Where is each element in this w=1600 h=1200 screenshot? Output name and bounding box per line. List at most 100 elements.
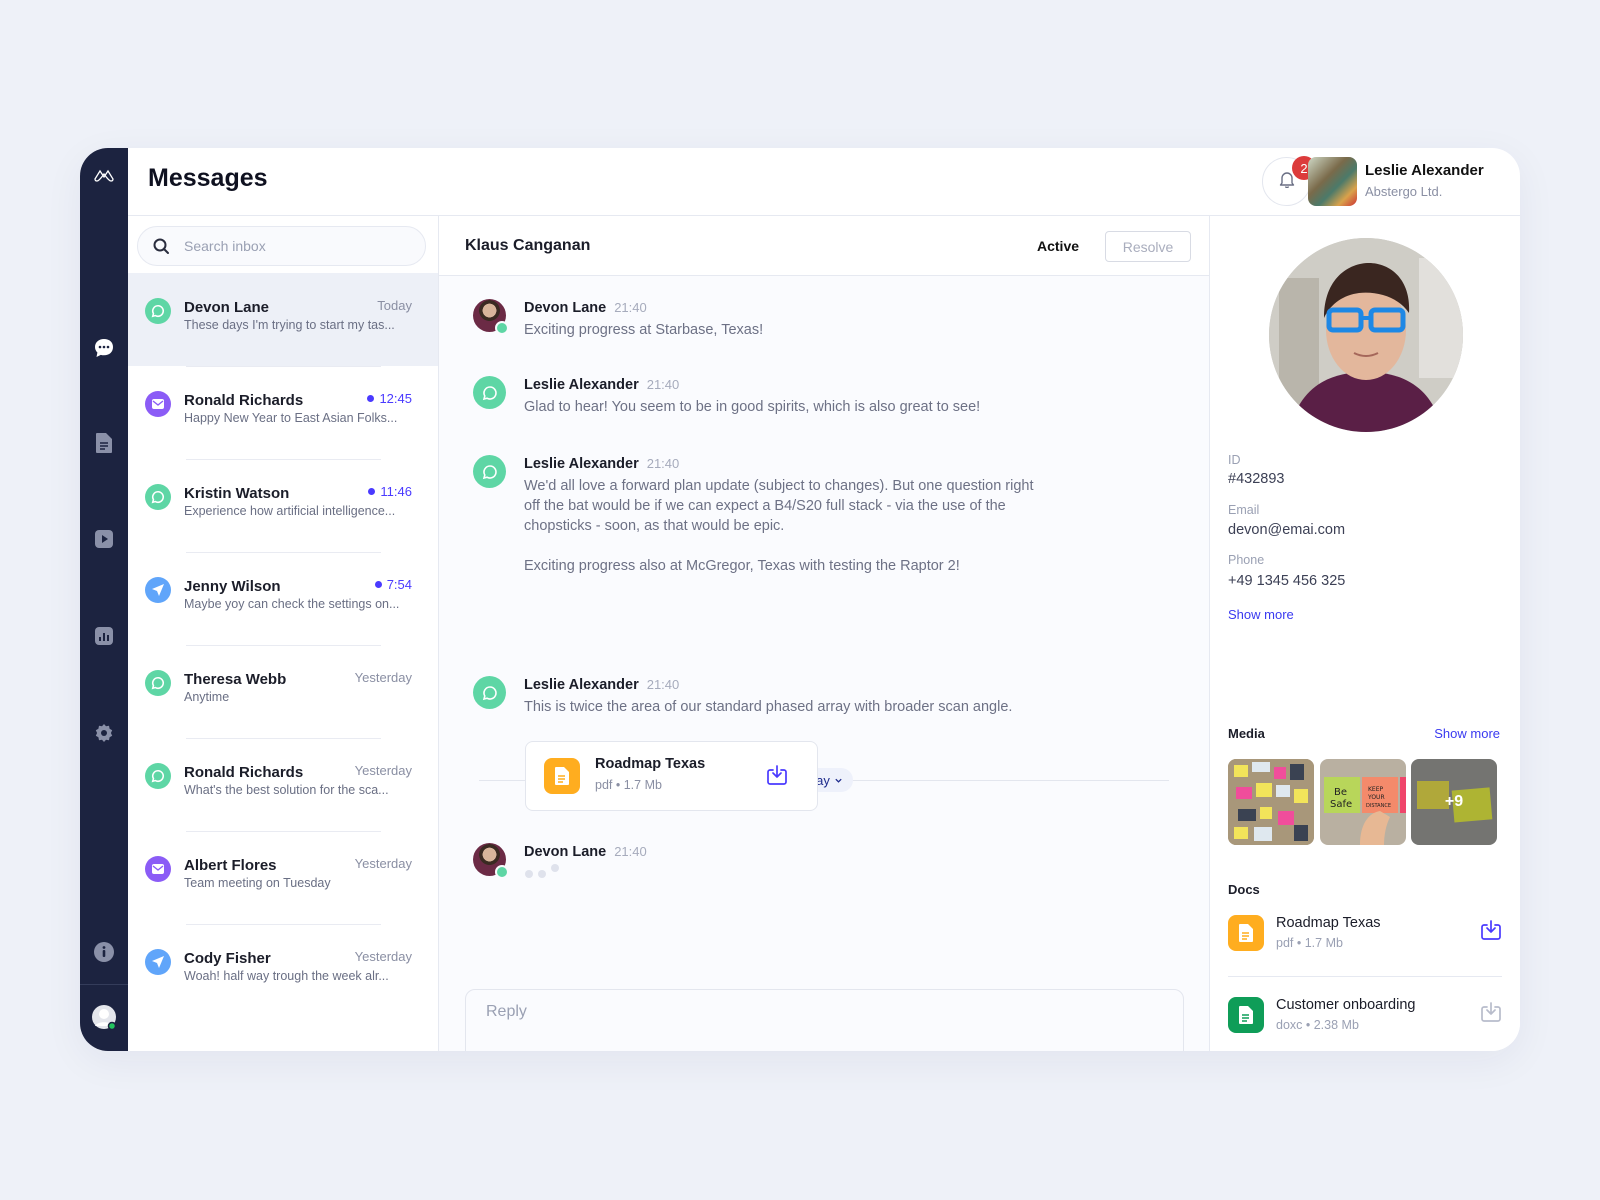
rail-profile[interactable]	[91, 1004, 117, 1035]
conversation-divider	[186, 645, 381, 646]
search-box	[137, 226, 426, 266]
conversation-item[interactable]: Theresa Webb Anytime Yesterday	[128, 645, 438, 738]
conversation-name: Cody Fisher	[184, 950, 271, 967]
download-icon[interactable]	[766, 764, 788, 791]
doc-item[interactable]: Roadmap Texas pdf • 1.7 Mb	[1228, 915, 1502, 975]
id-value: #432893	[1228, 471, 1285, 487]
conversation-item[interactable]: Cody Fisher Woah! half way trough the wee…	[128, 924, 438, 1017]
email-channel-icon	[145, 391, 171, 417]
reply-input[interactable]	[486, 998, 1156, 1026]
conversation-preview: Experience how artificial intelligence..…	[184, 504, 396, 518]
download-icon[interactable]	[1480, 919, 1502, 946]
rail-documents[interactable]	[92, 432, 116, 457]
message-author: Devon Lane	[524, 300, 607, 316]
email-value[interactable]: devon@emai.com	[1228, 522, 1345, 538]
unread-dot	[368, 488, 376, 495]
message-author: Leslie Alexander	[524, 456, 639, 472]
attachment-card[interactable]: Roadmap Texas pdf • 1.7 Mb	[525, 741, 818, 811]
chat-channel-icon	[473, 676, 506, 709]
conversation-preview: These days I'm trying to start my tas...	[184, 318, 395, 332]
media-more-count: +9	[1444, 793, 1464, 810]
conversation-divider	[186, 366, 381, 367]
conversation-item[interactable]: Albert Flores Team meeting on Tuesday Yest…	[128, 831, 438, 924]
chat-channel-icon	[145, 484, 171, 510]
chat-header: Klaus Canganan Active Resolve	[439, 216, 1209, 276]
email-label: Email	[1228, 503, 1260, 517]
media-title: Media	[1228, 726, 1265, 741]
rail-analytics[interactable]	[92, 626, 116, 650]
conversation-item[interactable]: Devon Lane These days I'm trying to start…	[128, 273, 438, 366]
conversation-preview: Happy New Year to East Asian Folks...	[184, 411, 398, 425]
logo-icon[interactable]	[92, 163, 116, 187]
bell-icon	[1279, 170, 1295, 193]
typing-indicator	[525, 864, 559, 878]
conversation-item[interactable]: Ronald Richards Happy New Year to East As…	[128, 366, 438, 459]
message-avatar	[473, 843, 509, 879]
file-icon	[1228, 915, 1264, 951]
avatar-icon	[91, 1004, 117, 1035]
reply-composer: Add note	[465, 989, 1184, 1051]
rail-messages[interactable]	[92, 338, 116, 362]
conversation-time: 12:45	[367, 391, 412, 406]
download-icon[interactable]	[1480, 1001, 1502, 1028]
conversation-preview: What's the best solution for the sca...	[184, 783, 389, 797]
conversation-time: Yesterday	[354, 670, 412, 685]
resolve-button[interactable]: Resolve	[1105, 231, 1191, 262]
contact-photo	[1269, 238, 1463, 432]
chevron-down-icon	[834, 773, 843, 788]
doc-item[interactable]: Customer onboarding doxc • 2.38 Mb	[1228, 997, 1502, 1051]
nav-rail	[80, 148, 128, 1051]
conversation-time: 7:54	[374, 577, 412, 592]
show-more-details-link[interactable]: Show more	[1228, 607, 1294, 622]
messages-app: Messages 2 Leslie Alexander Abstergo Ltd…	[80, 148, 1520, 1051]
bar-chart-icon	[94, 626, 114, 651]
search-icon	[152, 237, 170, 260]
conversation-time: Yesterday	[354, 763, 412, 778]
user-avatar[interactable]	[1308, 157, 1357, 206]
conversation-status[interactable]: Active	[1037, 238, 1079, 254]
id-label: ID	[1228, 453, 1241, 467]
svg-text:Safe: Safe	[1330, 799, 1352, 810]
media-thumbnail[interactable]	[1228, 759, 1314, 845]
user-org: Abstergo Ltd.	[1365, 184, 1443, 199]
media-thumbnail[interactable]: Be Safe KEEP YOUR DISTANCE	[1320, 759, 1406, 845]
conversation-name: Jenny Wilson	[184, 578, 281, 595]
doc-meta: doxc • 2.38 Mb	[1276, 1018, 1359, 1032]
chat-channel-icon	[145, 763, 171, 789]
show-more-media-link[interactable]: Show more	[1434, 726, 1500, 741]
rail-info[interactable]	[92, 941, 116, 968]
media-more-thumbnail[interactable]: +9	[1411, 759, 1497, 845]
conversation-time: Yesterday	[354, 949, 412, 964]
attachment-meta: pdf • 1.7 Mb	[595, 778, 662, 792]
message-avatar	[473, 299, 509, 335]
conversation-item[interactable]: Ronald Richards What's the best solution …	[128, 738, 438, 831]
rail-media[interactable]	[92, 529, 116, 553]
conversation-item[interactable]: Kristin Watson Experience how artificial …	[128, 459, 438, 552]
conversation-item[interactable]: Jenny Wilson Maybe yoy can check the sett…	[128, 552, 438, 645]
search-input[interactable]	[184, 227, 414, 265]
doc-name: Roadmap Texas	[1276, 915, 1381, 931]
message-author: Devon Lane	[524, 844, 607, 860]
info-icon	[93, 941, 115, 968]
docs-title: Docs	[1228, 882, 1260, 897]
conversation-preview: Team meeting on Tuesday	[184, 876, 331, 890]
rail-divider	[80, 984, 128, 985]
conversation-divider	[186, 831, 381, 832]
file-icon	[1228, 997, 1264, 1033]
conversation-time: Today	[377, 298, 412, 313]
rail-settings[interactable]	[92, 723, 116, 747]
chat-channel-icon	[145, 298, 171, 324]
message-author: Leslie Alexander	[524, 677, 639, 693]
message-time: 21:40	[646, 677, 680, 692]
contact-details: ID #432893 Email devon@emai.com Phone +4…	[1209, 216, 1520, 1051]
message-time: 21:40	[646, 456, 680, 471]
send-channel-icon	[145, 577, 171, 603]
conversation-list: All Messages 21 Devon LaneThese days I'm…	[128, 216, 439, 1051]
svg-text:Be: Be	[1334, 787, 1347, 798]
phone-label: Phone	[1228, 553, 1265, 567]
gear-icon	[94, 723, 114, 748]
online-indicator	[495, 321, 509, 335]
contact-name: Klaus Canganan	[465, 237, 591, 254]
phone-value[interactable]: +49 1345 456 325	[1228, 573, 1345, 589]
message-text: We'd all love a forward plan update (sub…	[524, 478, 1034, 574]
